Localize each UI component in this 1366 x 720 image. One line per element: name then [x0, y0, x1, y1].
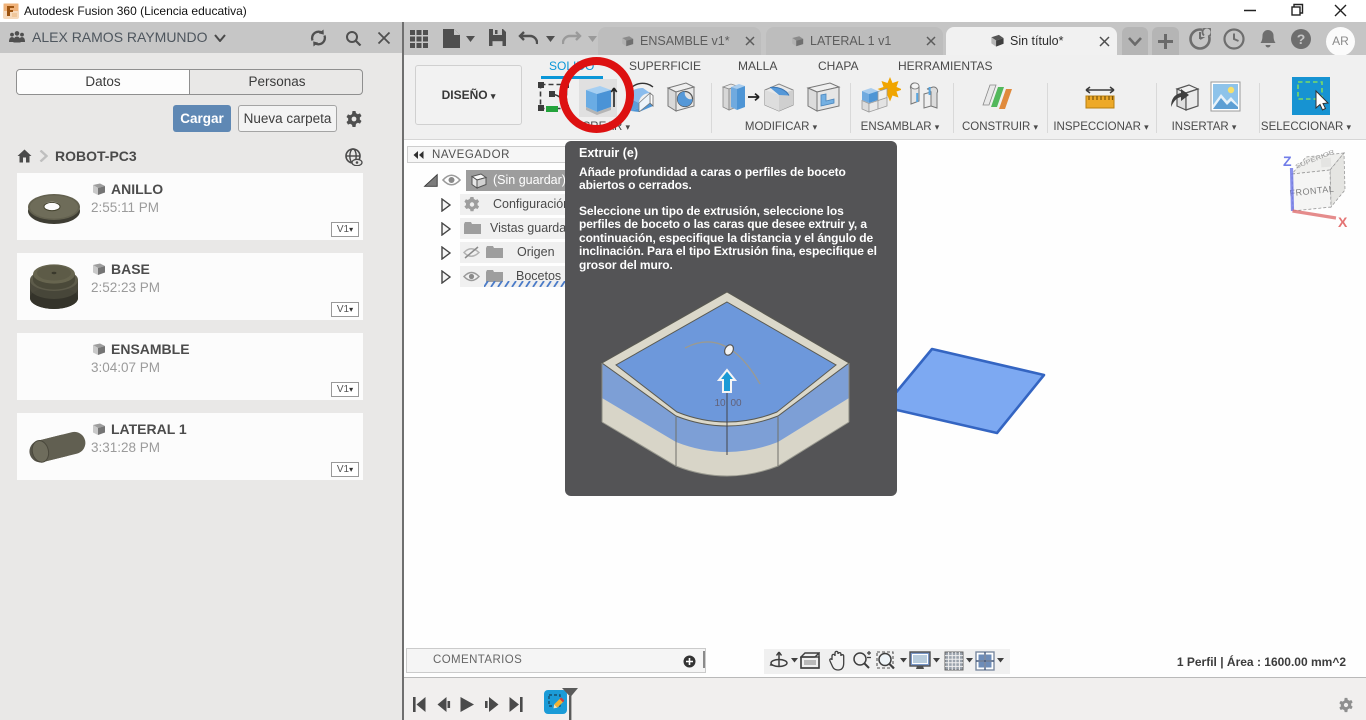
svg-text:X: X	[1338, 214, 1348, 230]
svg-text:00: 00	[730, 398, 742, 409]
svg-text:Z: Z	[1283, 153, 1292, 169]
svg-text:?: ?	[1297, 31, 1306, 47]
svg-text:10: 10	[714, 398, 726, 409]
